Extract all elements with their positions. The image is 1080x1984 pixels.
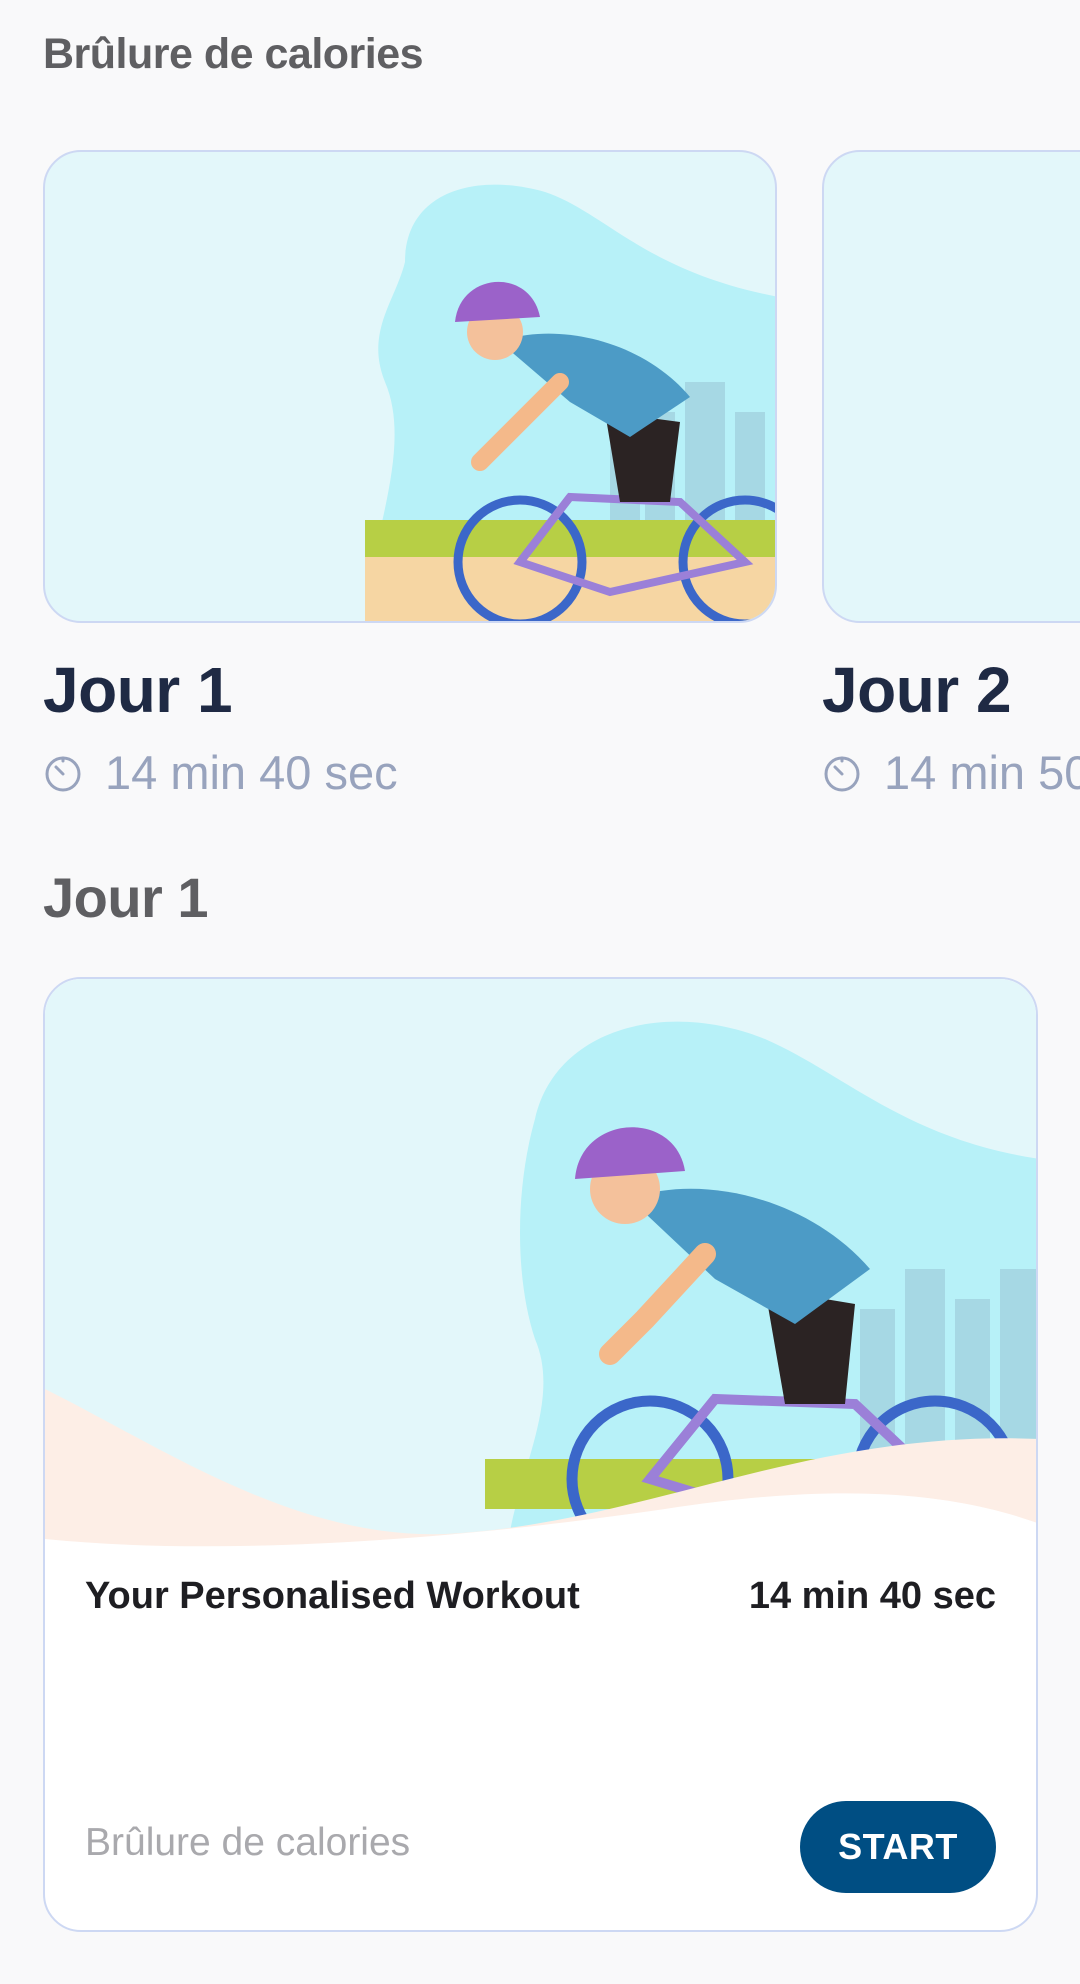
workout-name: Your Personalised Workout bbox=[85, 1575, 580, 1617]
day-name: Jour 2 bbox=[822, 654, 1012, 726]
cyclist-illustration bbox=[365, 184, 775, 621]
day-thumbnail bbox=[43, 150, 777, 623]
day-duration: 14 min 40 sec bbox=[43, 745, 777, 800]
day-card-1[interactable]: Jour 1 14 min 40 sec bbox=[43, 150, 777, 800]
day-card-2[interactable]: Jour 2 14 min 50 sec bbox=[822, 150, 1080, 800]
day-duration: 14 min 50 sec bbox=[822, 745, 1080, 800]
timer-icon bbox=[45, 756, 81, 791]
selected-day-title: Jour 1 bbox=[43, 866, 209, 929]
workout-card[interactable]: Your Personalised Workout 14 min 40 sec … bbox=[43, 977, 1038, 1932]
day-thumbnail bbox=[822, 150, 1080, 623]
day-carousel[interactable]: Jour 1 14 min 40 sec Jour 2 14 min 50 se… bbox=[0, 150, 1080, 830]
timer-icon bbox=[824, 756, 860, 791]
cyclist-illustration bbox=[45, 979, 1036, 1579]
start-button[interactable]: START bbox=[800, 1801, 996, 1893]
workout-category: Brûlure de calories bbox=[85, 1821, 411, 1864]
workout-duration: 14 min 40 sec bbox=[748, 1575, 996, 1617]
day-name: Jour 1 bbox=[43, 654, 233, 726]
day-duration-text: 14 min 50 sec bbox=[884, 746, 1080, 799]
day-duration-text: 14 min 40 sec bbox=[105, 746, 398, 799]
section-title: Brûlure de calories bbox=[43, 30, 424, 78]
